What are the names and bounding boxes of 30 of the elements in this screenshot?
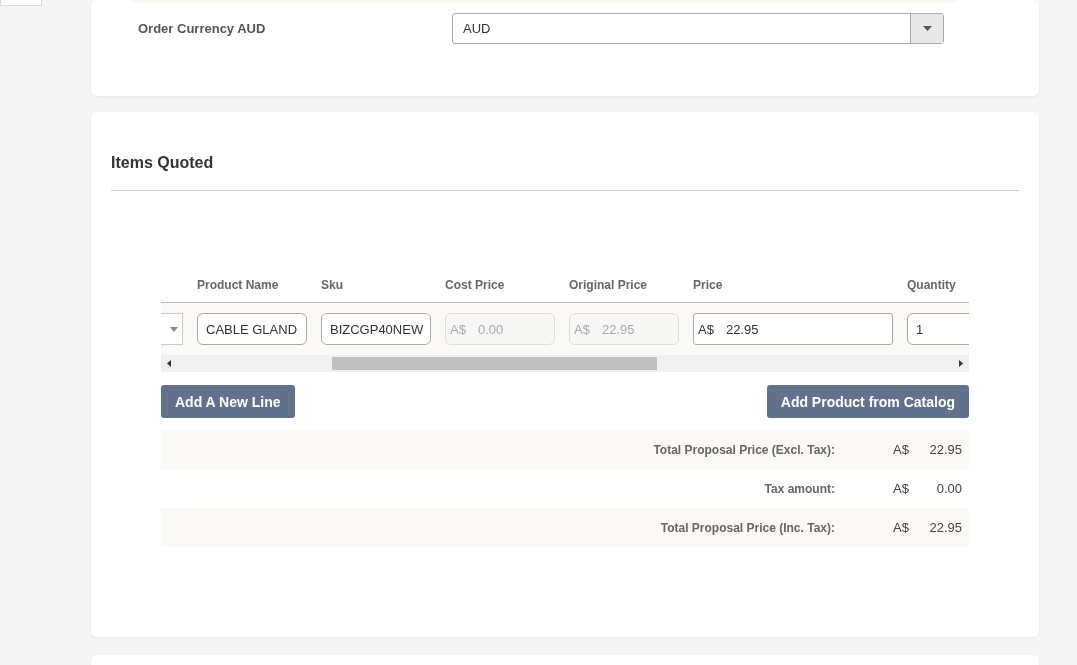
input-field[interactable]: BIZCGP40NEW [321, 313, 431, 345]
row-select[interactable] [161, 313, 183, 345]
total-label: Total Proposal Price (Excl. Tax): [652, 442, 835, 457]
column-header: Sku [321, 277, 344, 292]
input-field[interactable]: CABLE GLAND [197, 313, 307, 345]
column-header: Product Name [197, 277, 280, 292]
caret-icon [170, 326, 178, 332]
currency-select[interactable]: AUD [452, 13, 944, 44]
total-label: Total Proposal Price (Inc. Tax): [659, 520, 835, 535]
column-header: Quantity [907, 277, 957, 292]
total-amount: 22.95 [928, 520, 963, 535]
currency-symbol: A$ [892, 442, 909, 457]
scrollbar[interactable] [161, 355, 969, 372]
column-header: Original Price [569, 277, 649, 292]
scroll-right-icon[interactable] [959, 360, 963, 367]
currency-symbol: A$ [892, 481, 909, 496]
input-field[interactable]: 1 [907, 313, 969, 345]
scroll-left-icon[interactable] [167, 360, 171, 367]
action-button[interactable]: Add A New Line [161, 385, 295, 418]
column-header: Cost Price [445, 277, 506, 292]
currency-symbol: A$ [892, 520, 909, 535]
caret-icon [922, 26, 932, 31]
price-field[interactable]: A$ 22.95 [693, 313, 893, 345]
action-button[interactable]: Add Product from Catalog [766, 385, 969, 418]
column-header: Price [693, 277, 724, 292]
total-label: Tax amount: [763, 481, 835, 496]
section-title: Items Quoted [111, 112, 1019, 191]
total-amount: 22.95 [928, 442, 963, 457]
total-amount: 0.00 [935, 481, 963, 496]
field-label: Order Currency AUD [138, 21, 267, 36]
